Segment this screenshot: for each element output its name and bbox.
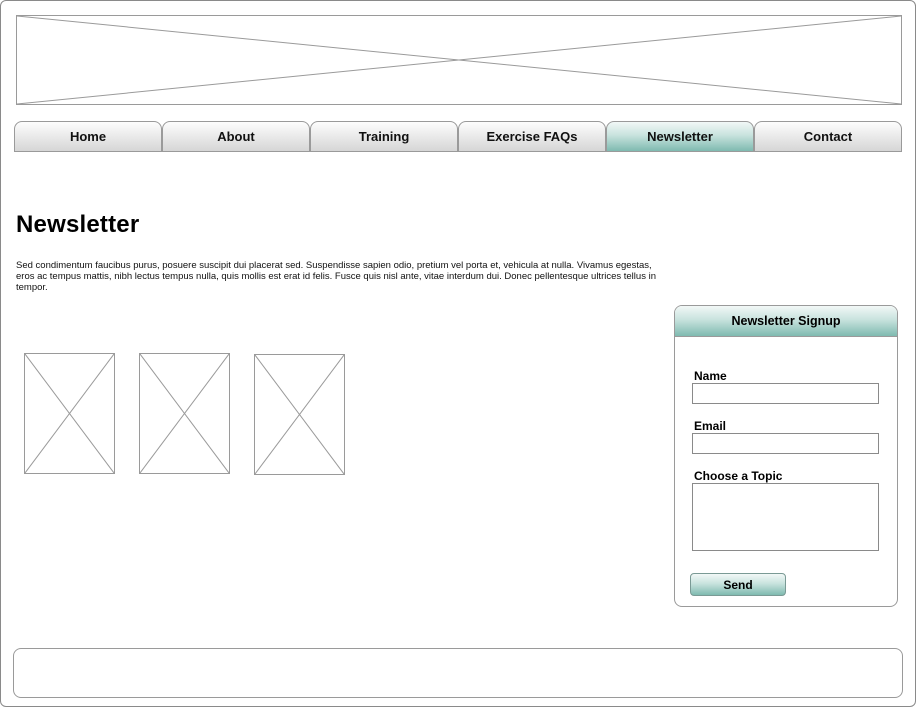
intro-paragraph: Sed condimentum faucibus purus, posuere … [16, 260, 656, 293]
topic-label: Choose a Topic [694, 469, 783, 483]
image-placeholder [139, 353, 230, 474]
tab-contact[interactable]: Contact [754, 121, 902, 152]
page-title: Newsletter [16, 211, 140, 238]
tab-home[interactable]: Home [14, 121, 162, 152]
email-field[interactable] [692, 433, 879, 454]
signup-panel-title: Newsletter Signup [675, 306, 897, 337]
page-frame: Home About Training Exercise FAQs Newsle… [0, 0, 916, 707]
tab-about[interactable]: About [162, 121, 310, 152]
footer [13, 648, 903, 698]
image-placeholder [254, 354, 345, 475]
main-nav: Home About Training Exercise FAQs Newsle… [14, 121, 902, 152]
topic-textarea[interactable] [692, 483, 879, 551]
banner-image-placeholder [16, 15, 902, 105]
tab-exercise-faqs[interactable]: Exercise FAQs [458, 121, 606, 152]
name-field[interactable] [692, 383, 879, 404]
tab-newsletter[interactable]: Newsletter [606, 121, 754, 152]
tab-training[interactable]: Training [310, 121, 458, 152]
email-label: Email [694, 419, 727, 433]
name-label: Name [694, 369, 727, 383]
send-button[interactable]: Send [690, 573, 786, 596]
image-placeholder [24, 353, 115, 474]
newsletter-signup-panel: Newsletter Signup Name Email Choose a To… [674, 305, 898, 607]
